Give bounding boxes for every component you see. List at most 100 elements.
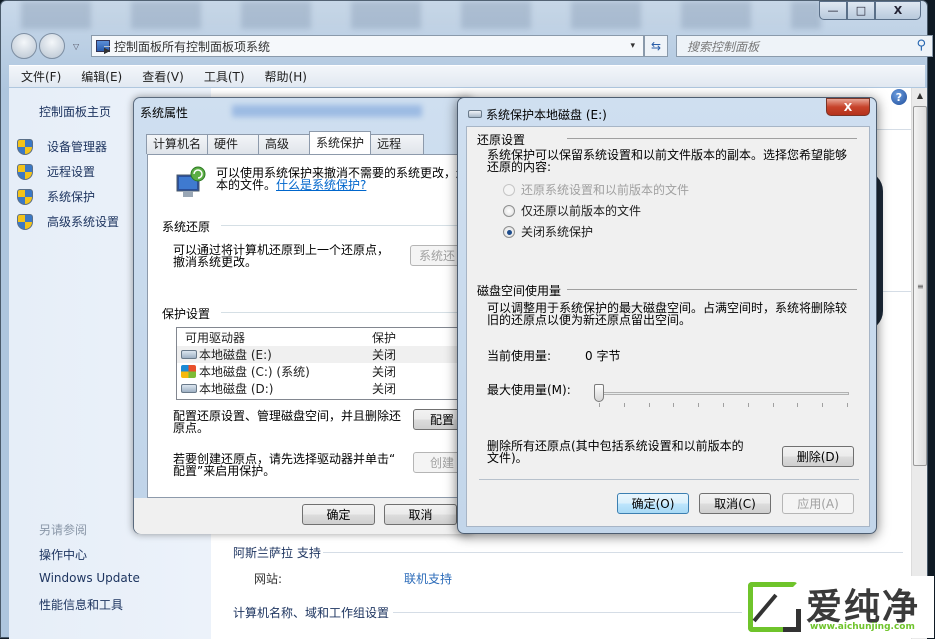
column-header-protection[interactable]: 保护 xyxy=(372,329,396,346)
breadcrumb-separator-icon[interactable]: ▶ xyxy=(104,45,111,55)
search-icon[interactable]: ⚲ xyxy=(916,38,926,53)
max-usage-label: 最大使用量(M): xyxy=(487,383,571,397)
list-header: 可用驱动器 保护 xyxy=(177,328,465,346)
online-support-link[interactable]: 联机支持 xyxy=(404,570,452,587)
drive-icon xyxy=(181,350,197,359)
cancel-button[interactable]: 取消 xyxy=(384,504,457,525)
blurred-background xyxy=(21,1,821,29)
scroll-up-icon[interactable]: ▲ xyxy=(912,88,928,104)
sidebar-item-system-protection[interactable]: 系统保护 xyxy=(17,188,95,205)
drive-protection: 关闭 xyxy=(372,365,397,379)
menu-file[interactable]: 文件(F) xyxy=(21,68,61,85)
tab-computer-name[interactable]: 计算机名 xyxy=(146,134,209,154)
disk-protection-dialog: 系统保护本地磁盘 (E:) X 还原设置 系统保护可以保留系统设置和以前文件版本… xyxy=(457,97,877,534)
radio-restore-files-only[interactable]: 仅还原以前版本的文件 xyxy=(503,202,641,219)
sidebar-item-label: 系统保护 xyxy=(47,190,96,204)
disk-usage-group-title: 磁盘空间使用量 xyxy=(477,284,562,298)
slider-tick xyxy=(723,403,724,407)
see-also-performance-tools[interactable]: 性能信息和工具 xyxy=(39,596,123,613)
radio-turn-off-protection[interactable]: 关闭系统保护 xyxy=(503,223,593,240)
column-header-drives[interactable]: 可用驱动器 xyxy=(177,329,372,346)
system-restore-group-title: 系统还原 xyxy=(162,220,211,234)
minimize-button[interactable]: — xyxy=(819,1,847,20)
section-divider xyxy=(323,552,903,553)
drive-icon xyxy=(181,384,197,393)
forward-button[interactable] xyxy=(39,33,65,59)
close-button[interactable]: X xyxy=(875,1,921,20)
recent-pages-dropdown-icon[interactable]: ▽ xyxy=(73,42,79,51)
shield-icon xyxy=(17,213,33,230)
tab-system-protection[interactable]: 系统保护 xyxy=(309,131,372,154)
sidebar-home-link[interactable]: 控制面板主页 xyxy=(39,103,111,120)
group-divider xyxy=(567,289,857,290)
menu-tools[interactable]: 工具(T) xyxy=(204,68,245,85)
cancel-button[interactable]: 取消(C) xyxy=(699,493,771,514)
menu-view[interactable]: 查看(V) xyxy=(142,68,184,85)
sidebar-item-remote-settings[interactable]: 远程设置 xyxy=(17,163,95,180)
vertical-scrollbar[interactable]: ▲ ≡ xyxy=(911,88,927,639)
see-also-windows-update[interactable]: Windows Update xyxy=(39,571,140,585)
radio-restore-settings-and-files[interactable]: 还原系统设置和以前版本的文件 xyxy=(503,181,689,198)
shield-icon xyxy=(17,188,33,205)
sidebar-item-label: 高级系统设置 xyxy=(47,215,120,229)
breadcrumb-all-items[interactable]: 所有控制面板项 xyxy=(162,38,246,55)
sidebar-item-device-manager[interactable]: 设备管理器 xyxy=(17,138,107,155)
tab-remote[interactable]: 远程 xyxy=(370,134,425,154)
disk-description-2: 旧的还原点以便为新还原点留出空间。 xyxy=(487,313,692,327)
see-also-action-center[interactable]: 操作中心 xyxy=(39,546,87,563)
slider-thumb[interactable] xyxy=(594,384,604,402)
radio-label: 仅还原以前版本的文件 xyxy=(521,204,642,218)
restore-description-2: 还原的内容: xyxy=(487,160,552,174)
list-item[interactable]: 本地磁盘 (E:) 关闭 xyxy=(177,346,465,363)
delete-description-2: 文件)。 xyxy=(487,451,528,465)
back-button[interactable] xyxy=(11,33,37,59)
list-item[interactable]: 本地磁盘 (C:) (系统) 关闭 xyxy=(177,363,465,380)
menu-help[interactable]: 帮助(H) xyxy=(265,68,307,85)
blurred-caption xyxy=(232,105,422,117)
drive-protection: 关闭 xyxy=(372,348,397,362)
slider-tick xyxy=(747,403,749,407)
windows-drive-icon xyxy=(181,365,196,378)
max-usage-slider[interactable] xyxy=(467,27,871,407)
watermark: 爱纯净 www.aichunjing.com xyxy=(742,576,934,638)
system-protection-panel: 可以使用系统保护来撤消不需要的系统更改，还 本的文件。什么是系统保护? 系统还原… xyxy=(147,154,490,498)
list-item[interactable]: 本地磁盘 (D:) 关闭 xyxy=(177,380,465,397)
see-also-heading: 另请参阅 xyxy=(39,523,88,537)
drives-list[interactable]: 可用驱动器 保护 本地磁盘 (E:) 关闭 本地磁盘 (C:) (系统) 关闭 … xyxy=(176,327,466,400)
current-usage-label: 当前使用量: xyxy=(487,349,552,363)
breadcrumb-control-panel[interactable]: 控制面板 xyxy=(114,38,162,55)
drive-name: 本地磁盘 (E:) xyxy=(199,348,272,362)
sidebar-item-label: 远程设置 xyxy=(47,165,96,179)
tab-strip: 计算机名 硬件 高级 系统保护 远程 xyxy=(146,131,425,154)
slider-track[interactable] xyxy=(595,392,849,395)
system-protection-icon xyxy=(176,166,206,197)
sidebar-item-label: 设备管理器 xyxy=(47,140,108,154)
tab-advanced[interactable]: 高级 xyxy=(258,134,311,154)
apply-button[interactable]: 应用(A) xyxy=(782,493,854,514)
sidebar-item-advanced-settings[interactable]: 高级系统设置 xyxy=(17,213,119,230)
ok-button[interactable]: 确定(O) xyxy=(617,493,689,514)
radio-indicator-selected xyxy=(503,225,515,238)
group-divider xyxy=(221,312,481,313)
menu-edit[interactable]: 编辑(E) xyxy=(81,68,122,85)
delete-button[interactable]: 删除(D) xyxy=(782,446,854,467)
slider-tick xyxy=(698,403,700,407)
configure-description-2: 原点。 xyxy=(173,421,210,435)
scrollbar-thumb[interactable]: ≡ xyxy=(913,106,927,466)
tab-hardware[interactable]: 硬件 xyxy=(207,134,260,154)
grip-icon: ≡ xyxy=(917,282,924,291)
website-label: 网站: xyxy=(254,572,283,586)
drive-protection: 关闭 xyxy=(372,382,397,396)
help-icon[interactable]: ? xyxy=(891,89,907,105)
radio-indicator xyxy=(503,204,515,217)
drive-name: 本地磁盘 (C:) (系统) xyxy=(199,365,310,379)
slider-tick xyxy=(623,403,625,407)
slider-tick xyxy=(797,403,799,407)
intro-text-line2: 本的文件。什么是系统保护? xyxy=(216,179,366,192)
what-is-system-protection-link[interactable]: 什么是系统保护? xyxy=(276,178,366,192)
ok-button[interactable]: 确定 xyxy=(302,504,375,525)
watermark-url: www.aichunjing.com xyxy=(810,622,915,632)
breadcrumb-system[interactable]: 系统 xyxy=(246,38,270,55)
slider-tick xyxy=(673,403,675,407)
maximize-button[interactable]: □ xyxy=(847,1,875,20)
